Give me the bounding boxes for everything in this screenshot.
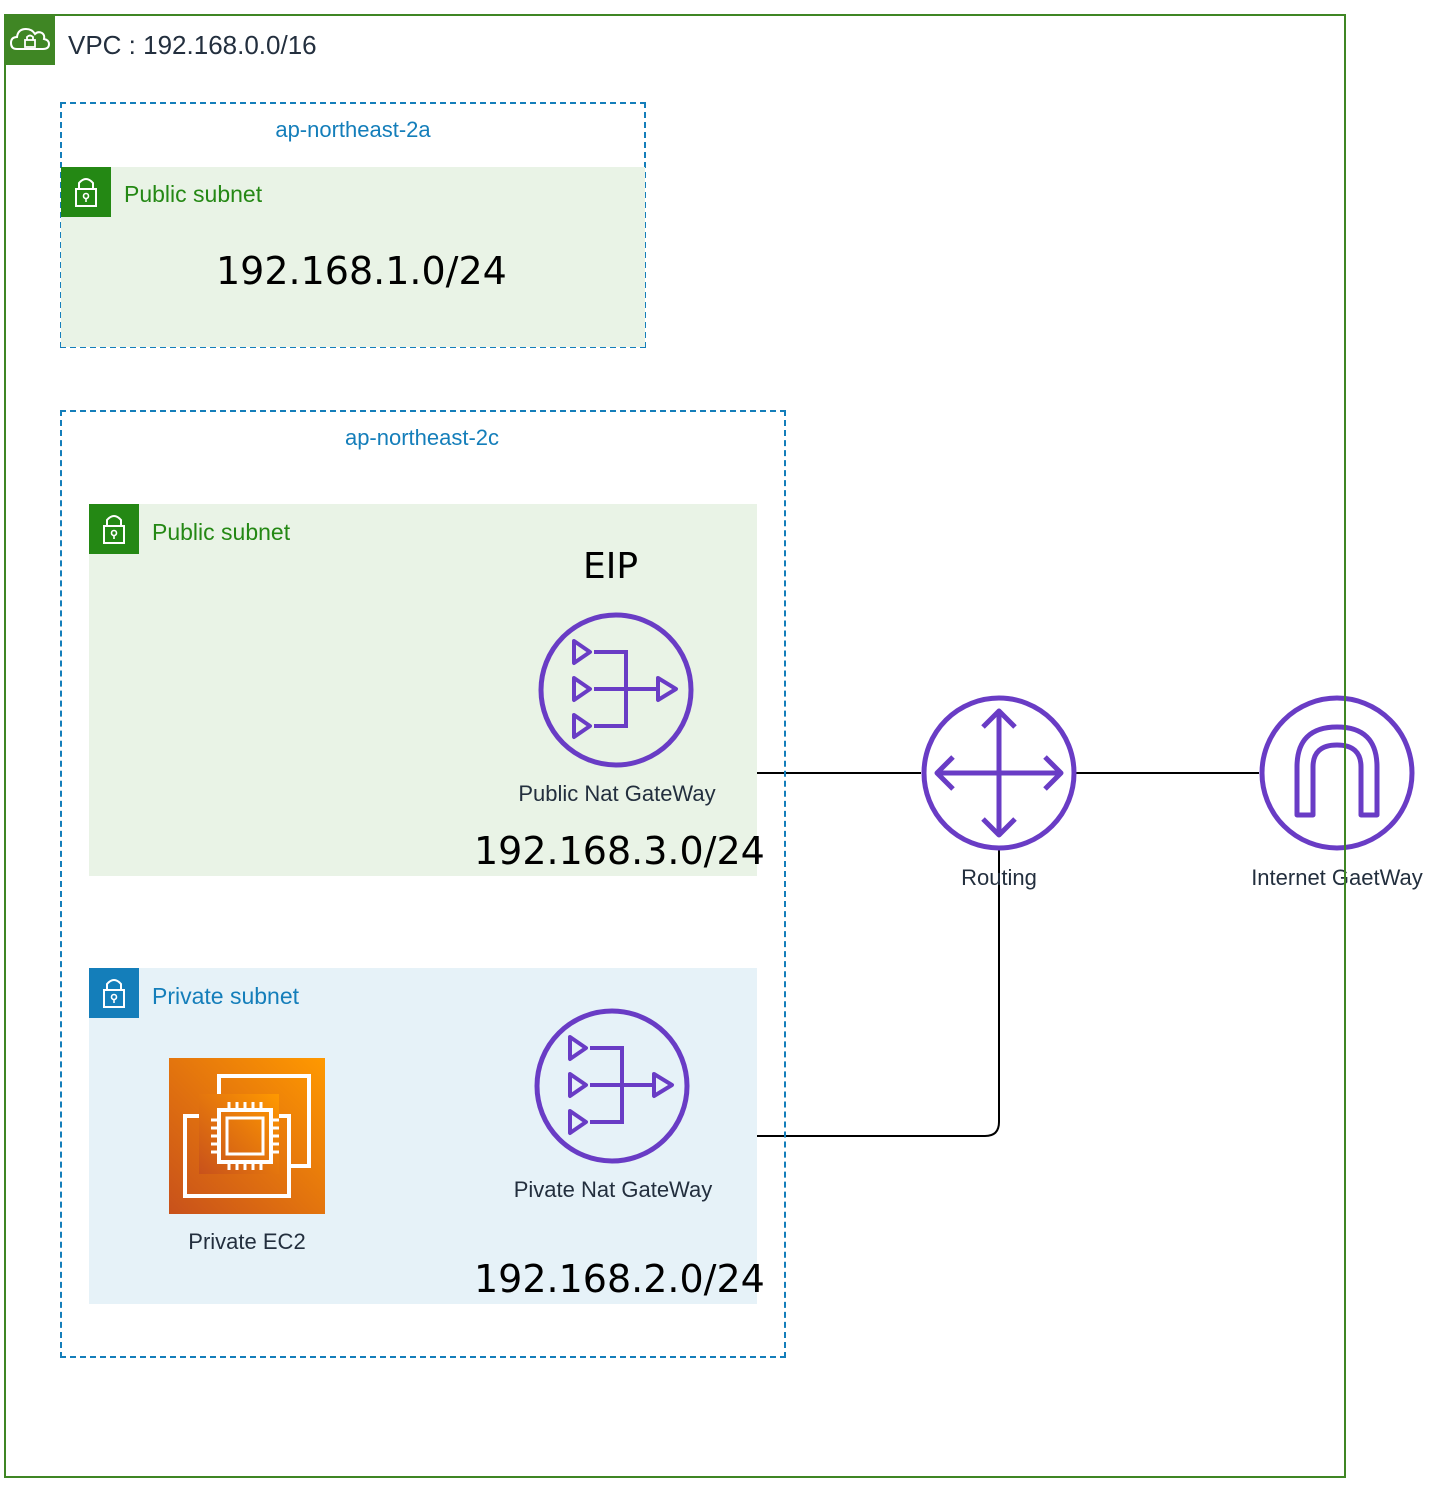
public-nat-gateway-label: Public Nat GateWay xyxy=(518,781,716,806)
padlock-icon xyxy=(89,504,139,554)
az-c-private-subnet-label: Private subnet xyxy=(152,983,300,1009)
az-a-label: ap-northeast-2a xyxy=(275,117,431,142)
private-nat-gateway-label: Pivate Nat GateWay xyxy=(513,1177,713,1202)
az-c-label: ap-northeast-2c xyxy=(344,425,500,450)
eip-label: EIP xyxy=(583,546,639,587)
vpc-cloud-lock-icon xyxy=(5,15,55,65)
nat-gateway-icon xyxy=(534,1008,690,1164)
az-c-public-cidr: 192.168.3.0/24 xyxy=(474,829,765,873)
internet-gateway-icon xyxy=(1259,695,1415,851)
igw-label: Internet GaetWay xyxy=(1251,865,1423,890)
padlock-icon xyxy=(61,167,111,217)
padlock-icon xyxy=(89,968,139,1018)
private-ec2-label: Private EC2 xyxy=(188,1229,306,1254)
az-c-private-cidr: 192.168.2.0/24 xyxy=(474,1257,765,1301)
az-a-public-cidr: 192.168.1.0/24 xyxy=(216,249,507,293)
az-a-public-subnet-label: Public subnet xyxy=(124,181,263,207)
router-label: Routing xyxy=(961,865,1037,890)
vpc-title: VPC : 192.168.0.0/16 xyxy=(68,30,317,60)
nat-gateway-icon xyxy=(538,612,694,768)
az-c-public-subnet-label: Public subnet xyxy=(152,519,291,545)
vpc-right-border xyxy=(1344,14,1346,1478)
router-icon xyxy=(921,695,1077,851)
ec2-instance-icon xyxy=(169,1058,325,1214)
